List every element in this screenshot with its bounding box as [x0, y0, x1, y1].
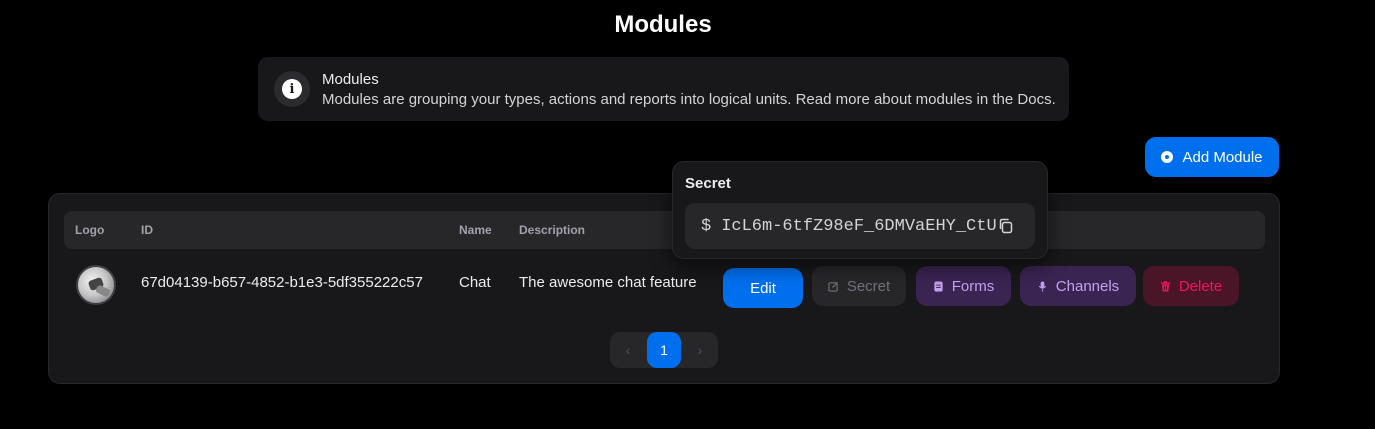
- forms-button[interactable]: Forms: [916, 266, 1011, 306]
- copy-icon[interactable]: [997, 217, 1015, 235]
- code-prompt: $: [701, 216, 712, 236]
- column-header-id: ID: [141, 223, 153, 237]
- channels-label: Channels: [1055, 277, 1120, 295]
- secret-button[interactable]: Secret: [812, 266, 906, 306]
- page-title: Modules: [614, 11, 712, 38]
- pagination-prev-button[interactable]: ‹: [610, 332, 646, 368]
- pagination: ‹ 1 ›: [610, 332, 718, 368]
- channels-button[interactable]: Channels: [1020, 266, 1136, 306]
- column-header-logo: Logo: [75, 223, 105, 237]
- secret-label: Secret: [846, 277, 891, 295]
- edit-label: Edit: [750, 279, 776, 297]
- trash-icon: [1160, 280, 1170, 292]
- microphone-icon: [1038, 280, 1046, 292]
- secret-code-snippet: $ IcL6m-6tfZ98eF_6DMVaEHY_CtU: [685, 203, 1035, 249]
- column-header-name: Name: [459, 223, 492, 237]
- info-description: Modules are grouping your types, actions…: [322, 90, 1056, 108]
- plus-circle-icon: [1161, 151, 1174, 163]
- add-module-label: Add Module: [1182, 148, 1263, 166]
- info-callout: i Modules Modules are grouping your type…: [258, 57, 1069, 121]
- info-title: Modules: [322, 70, 379, 88]
- module-description: The awesome chat feature: [519, 274, 697, 291]
- pagination-page-1[interactable]: 1: [647, 332, 681, 368]
- module-id: 67d04139-b657-4852-b1e3-5df355222c57: [141, 274, 423, 291]
- info-icon: i: [274, 71, 310, 107]
- delete-button[interactable]: Delete: [1143, 266, 1239, 306]
- pagination-next-button[interactable]: ›: [682, 332, 718, 368]
- secret-popover: Secret $ IcL6m-6tfZ98eF_6DMVaEHY_CtU: [672, 161, 1048, 259]
- delete-label: Delete: [1178, 277, 1223, 295]
- popover-title: Secret: [685, 175, 731, 192]
- table-header: Logo ID Name Description: [64, 211, 1265, 249]
- modules-table: Logo ID Name Description 67d04139-b657-4…: [48, 193, 1280, 384]
- add-module-button[interactable]: Add Module: [1145, 137, 1279, 177]
- secret-value: IcL6m-6tfZ98eF_6DMVaEHY_CtU: [721, 216, 997, 236]
- module-logo-avatar: [76, 265, 116, 305]
- pencil-square-icon: [828, 281, 838, 292]
- forms-label: Forms: [951, 277, 995, 295]
- column-header-description: Description: [519, 223, 586, 237]
- module-name: Chat: [459, 274, 491, 291]
- edit-button[interactable]: Edit: [723, 268, 803, 308]
- form-icon: [934, 280, 943, 292]
